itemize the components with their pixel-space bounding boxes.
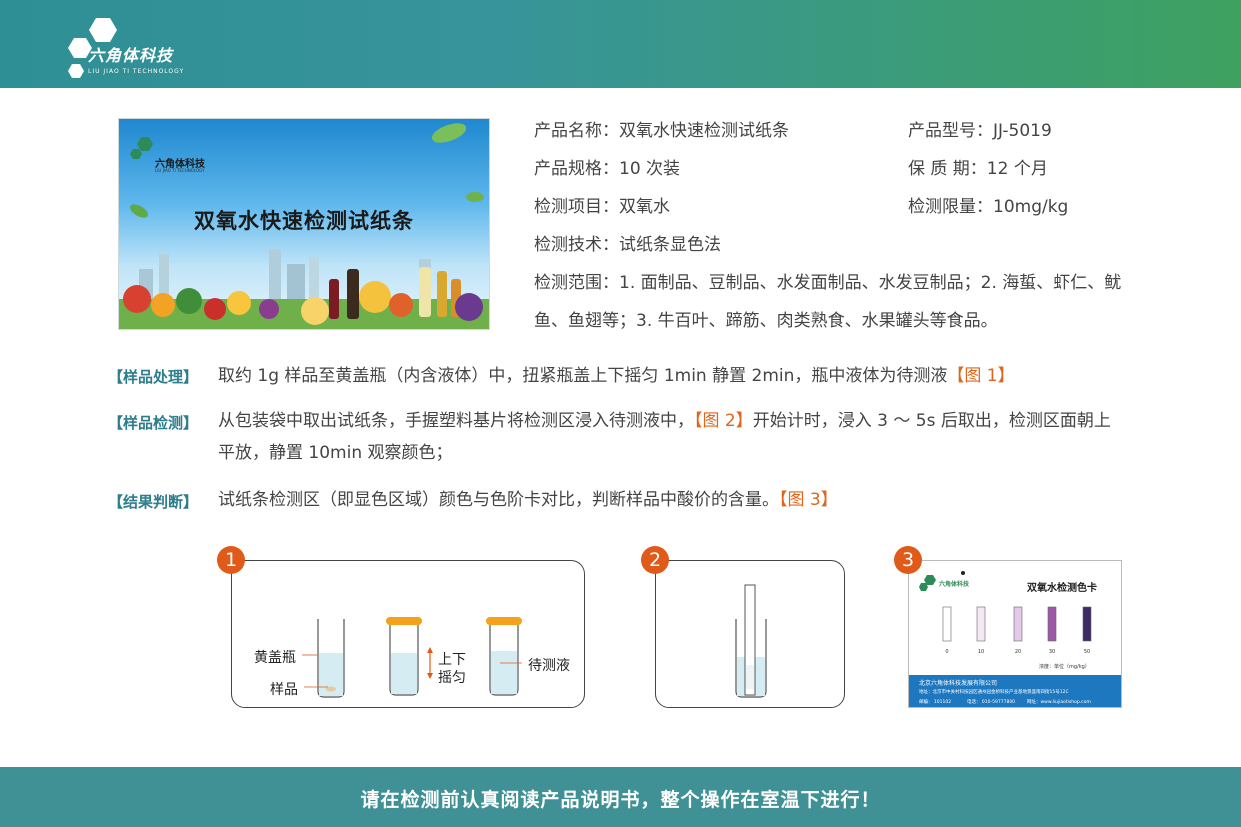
step-text: 试纸条检测区（即显色区域）颜色与色阶卡对比，判断样品中酸价的含量。 — [218, 490, 779, 510]
test-strip-illustration — [735, 584, 767, 698]
card-address: 地址：北京市中关村科技园区通州园金桥科技产业基地景盛南四街15号12C — [919, 690, 1069, 695]
step-label-processing: 【样品处理】 — [108, 368, 199, 386]
header-bar: 六角体科技 LIU JIAO TI TECHNOLOGY — [0, 0, 1241, 88]
card-web: 网址：www.liujiaotishop.com — [1027, 700, 1091, 705]
card-tick: 50 — [1083, 649, 1091, 655]
sample-label: 样品 — [270, 682, 298, 698]
card-company: 北京六角体科技发展有限公司 — [919, 680, 998, 687]
card-tel: 电话： 010-59777800 — [967, 700, 1016, 705]
figure-2-number: 2 — [641, 546, 669, 574]
liquid-label: 待测液 — [528, 658, 570, 674]
color-swatch — [1047, 606, 1057, 642]
card-postcode: 邮编： 101102 — [919, 700, 952, 705]
figure-2-panel — [655, 560, 845, 708]
product-item: 检测项目：双氧水 — [534, 197, 670, 217]
step-label-result: 【结果判断】 — [108, 493, 199, 511]
card-title: 双氧水检测色卡 — [1027, 583, 1097, 594]
color-swatch — [976, 606, 986, 642]
page: 六角体科技 LIU JIAO TI TECHNOLOGY 六角体科技 LIU J… — [0, 0, 1241, 827]
card-brand: 六角体科技 — [939, 581, 970, 588]
product-model: 产品型号：JJ-5019 — [908, 121, 1052, 141]
product-spec: 产品规格：10 次装 — [534, 159, 681, 179]
product-shelf-life: 保 质 期：12 个月 — [908, 159, 1048, 179]
logo-text: 六角体科技 — [88, 46, 174, 65]
color-swatch — [942, 606, 952, 642]
figure-ref: 【图 2】 — [694, 411, 753, 431]
card-tick: 0 — [945, 649, 949, 655]
footer-notice: 请在检测前认真阅读产品说明书，整个操作在室温下进行！ — [360, 789, 881, 811]
logo-subtext: LIU JIAO TI TECHNOLOGY — [88, 68, 185, 75]
shake-label-1: 上下 — [438, 652, 466, 668]
figure-ref: 【图 3】 — [779, 490, 838, 510]
bottle-label: 黄盖瓶 — [254, 650, 296, 666]
card-unit: 浓度：单位（mg/kg） — [1039, 664, 1090, 670]
footer-bar: 请在检测前认真阅读产品说明书，整个操作在室温下进行！ — [0, 767, 1241, 827]
card-tick: 10 — [977, 649, 985, 655]
step-text-result: 试纸条检测区（即显色区域）颜色与色阶卡对比，判断样品中酸价的含量。【图 3】 — [218, 484, 1126, 516]
figure-3-number: 3 — [894, 546, 922, 574]
color-card: 六角体科技 双氧水检测色卡 0 10 20 30 50 浓度：单位（mg/kg）… — [908, 560, 1122, 708]
card-tick: 20 — [1014, 649, 1022, 655]
banner-brand-en: LIU JIAO TI TECHNOLOGY — [155, 168, 205, 173]
figure-1-number: 1 — [217, 546, 245, 574]
color-swatch — [1082, 606, 1092, 642]
product-limit: 检测限量：10mg/kg — [908, 197, 1069, 217]
card-footer: 北京六角体科技发展有限公司 地址：北京市中关村科技园区通州园金桥科技产业基地景盛… — [909, 675, 1121, 707]
step-text: 从包装袋中取出试纸条，手握塑料基片将检测区浸入待测液中， — [218, 411, 694, 431]
product-name: 产品名称：双氧水快速检测试纸条 — [534, 121, 789, 141]
step-text-detection: 从包装袋中取出试纸条，手握塑料基片将检测区浸入待测液中，【图 2】开始计时，浸入… — [218, 405, 1126, 469]
color-swatch — [1013, 606, 1023, 642]
step-text-processing: 取约 1g 样品至黄盖瓶（内含液体）中，扭紧瓶盖上下摇匀 1min 静置 2mi… — [218, 360, 1126, 392]
figure-ref: 【图 1】 — [947, 366, 1015, 386]
product-tech: 检测技术：试纸条显色法 — [534, 235, 721, 255]
card-tick: 30 — [1048, 649, 1056, 655]
step-text: 取约 1g 样品至黄盖瓶（内含液体）中，扭紧瓶盖上下摇匀 1min 静置 2mi… — [218, 366, 948, 386]
product-banner: 六角体科技 LIU JIAO TI TECHNOLOGY 双氧水快速检测试纸条 — [118, 118, 490, 330]
product-scope: 检测范围：1. 面制品、豆制品、水发面制品、水发豆制品；2. 海蜇、虾仁、鱿鱼、… — [534, 273, 1122, 331]
banner-title: 双氧水快速检测试纸条 — [194, 209, 414, 233]
figure-1-panel: 黄盖瓶 样品 上下 摇匀 待测液 — [231, 560, 585, 708]
shake-label-2: 摇匀 — [438, 670, 466, 686]
step-label-detection: 【样品检测】 — [108, 414, 199, 432]
